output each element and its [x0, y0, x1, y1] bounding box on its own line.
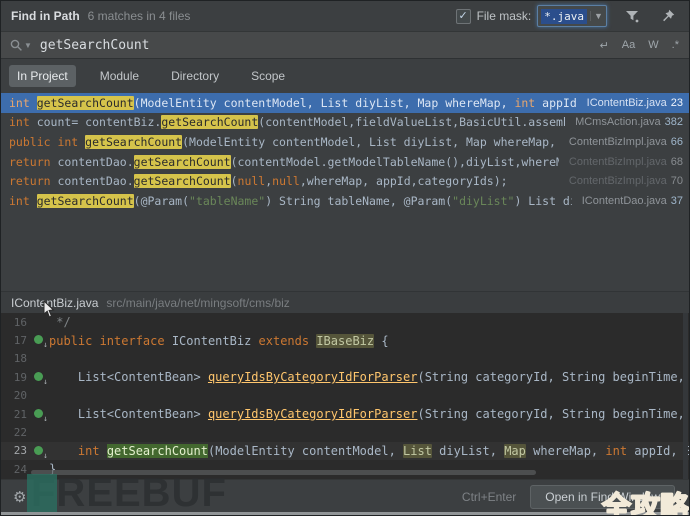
shortcut-hint: Ctrl+Enter	[462, 490, 516, 504]
file-mask-value[interactable]: *.java	[541, 9, 587, 24]
code-line: 22	[1, 423, 689, 441]
vertical-scrollbar[interactable]	[683, 313, 688, 479]
scope-tab-directory[interactable]: Directory	[163, 65, 227, 87]
code-line: 19 List<ContentBean> queryIdsByCategoryI…	[1, 368, 689, 386]
file-mask-label: File mask:	[477, 9, 532, 23]
result-location: ContentBizImpl.java70	[559, 175, 689, 187]
code-text: */	[49, 315, 689, 329]
funnel-icon	[624, 8, 640, 24]
file-mask-checkbox[interactable]: ✓	[456, 9, 471, 24]
code-line: 20	[1, 387, 689, 405]
chevron-down-icon[interactable]: ▼	[590, 11, 606, 21]
result-text: return contentDao.getSearchCount(null,nu…	[9, 174, 559, 188]
line-number: 16	[1, 316, 31, 329]
search-input[interactable]	[38, 37, 600, 54]
preview-file-name: IContentBiz.java	[11, 296, 98, 310]
line-number: 20	[1, 389, 31, 402]
horizontal-scrollbar[interactable]	[31, 470, 536, 475]
code-text: List<ContentBean> queryIdsByCategoryIdFo…	[49, 370, 689, 384]
line-number: 22	[1, 426, 31, 439]
chevron-down-icon: ▼	[24, 41, 32, 50]
newline-icon[interactable]: ↵	[600, 39, 609, 52]
file-mask-combo[interactable]: *.java ▼	[537, 5, 607, 27]
code-text: int getSearchCount(ModelEntity contentMo…	[49, 444, 689, 458]
gear-icon[interactable]: ⚙	[13, 488, 26, 506]
result-row[interactable]: int count= contentBiz.getSearchCount(con…	[1, 113, 689, 133]
code-text: public interface IContentBiz extends IBa…	[49, 334, 689, 348]
filter-button[interactable]	[621, 5, 643, 27]
match-case-icon[interactable]: Aa	[622, 39, 635, 51]
line-number: 23	[1, 444, 31, 457]
result-location: MCmsAction.java382	[565, 116, 689, 128]
line-number: 17	[1, 334, 31, 347]
open-in-find-window-button[interactable]: Open in Find Window	[530, 485, 675, 509]
result-text: int getSearchCount(@Param("tableName") S…	[9, 194, 572, 208]
code-line: 17 public interface IContentBiz extends I…	[1, 331, 689, 349]
preview-path-bar: IContentBiz.java src/main/java/net/mings…	[1, 291, 689, 313]
scope-tabs: In Project Module Directory Scope	[1, 59, 689, 93]
search-field-row: ▼ ↵ Aa W .*	[1, 31, 689, 59]
implemented-gutter-icon[interactable]	[34, 372, 43, 381]
result-location: IContentDao.java37	[572, 195, 689, 207]
regex-icon[interactable]: .*	[672, 39, 679, 51]
results-list: int getSearchCount(ModelEntity contentMo…	[1, 93, 689, 291]
words-icon[interactable]: W	[648, 39, 658, 51]
match-count: 6 matches in 4 files	[88, 9, 191, 23]
line-number: 19	[1, 371, 31, 384]
line-number: 21	[1, 408, 31, 421]
implemented-gutter-icon[interactable]	[34, 446, 43, 455]
pin-button[interactable]	[657, 5, 679, 27]
result-text: int count= contentBiz.getSearchCount(con…	[9, 115, 565, 129]
dialog-footer: ⚙ Ctrl+Enter Open in Find Window	[1, 479, 689, 514]
scope-tab-module[interactable]: Module	[92, 65, 147, 87]
result-location: ContentBizImpl.java68	[559, 156, 689, 168]
result-row[interactable]: int getSearchCount(@Param("tableName") S…	[1, 191, 689, 211]
result-text: int getSearchCount(ModelEntity contentMo…	[9, 96, 577, 110]
result-row[interactable]: return contentDao.getSearchCount(content…	[1, 152, 689, 172]
line-number: 18	[1, 352, 31, 365]
result-row[interactable]: int getSearchCount(ModelEntity contentMo…	[1, 93, 689, 113]
scope-tab-scope[interactable]: Scope	[243, 65, 293, 87]
dialog-title: Find in Path	[11, 9, 80, 23]
code-preview: 16 */ 17 public interface IContentBiz exte…	[1, 313, 689, 479]
implemented-gutter-icon[interactable]	[34, 335, 43, 344]
scope-tab-in-project[interactable]: In Project	[9, 65, 76, 87]
dialog-header: Find in Path 6 matches in 4 files ✓ File…	[1, 1, 689, 31]
result-row[interactable]: public int getSearchCount(ModelEntity co…	[1, 132, 689, 152]
code-text: List<ContentBean> queryIdsByCategoryIdFo…	[49, 407, 689, 421]
code-line: 21 List<ContentBean> queryIdsByCategoryI…	[1, 405, 689, 423]
window-bottom-edge	[1, 512, 689, 515]
code-line: 16 */	[1, 313, 689, 331]
search-icon	[9, 38, 23, 52]
preview-file-path: src/main/java/net/mingsoft/cms/biz	[106, 296, 289, 310]
code-line: 18	[1, 350, 689, 368]
result-row[interactable]: return contentDao.getSearchCount(null,nu…	[1, 172, 689, 192]
find-in-path-dialog: Find in Path 6 matches in 4 files ✓ File…	[0, 0, 690, 516]
result-location: IContentBiz.java23	[577, 97, 689, 109]
search-options: ↵ Aa W .*	[600, 39, 679, 52]
result-location: ContentBizImpl.java66	[559, 136, 689, 148]
search-history-button[interactable]: ▼	[9, 38, 32, 52]
line-number: 24	[1, 463, 31, 476]
implemented-gutter-icon[interactable]	[34, 409, 43, 418]
result-text: return contentDao.getSearchCount(content…	[9, 155, 559, 169]
code-line: 23 int getSearchCount(ModelEntity conten…	[1, 442, 689, 460]
result-text: public int getSearchCount(ModelEntity co…	[9, 135, 559, 149]
pin-icon	[660, 8, 676, 24]
